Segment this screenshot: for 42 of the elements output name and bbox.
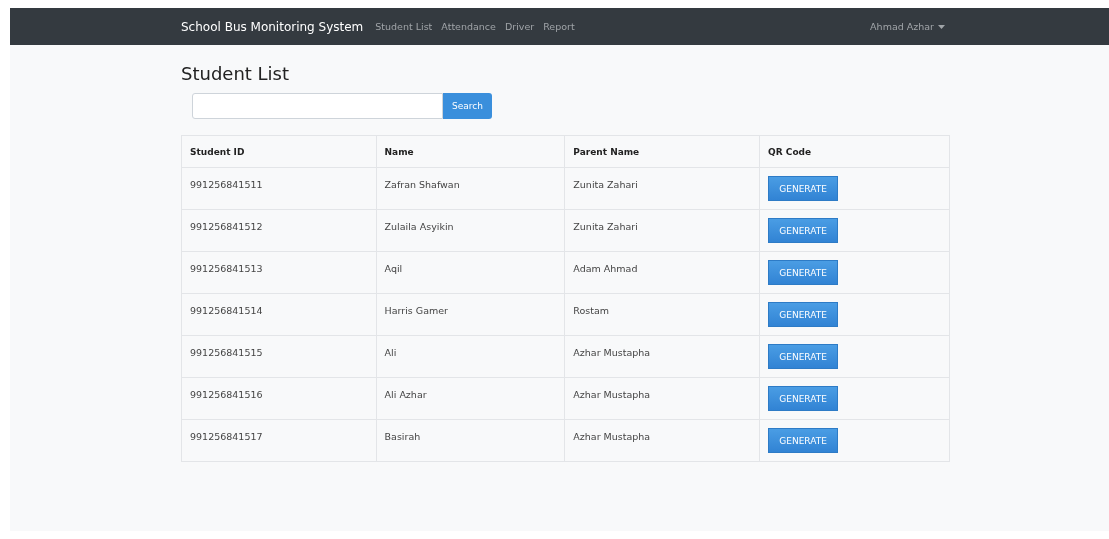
generate-button[interactable]: GENERATE (768, 176, 839, 201)
nav-link[interactable]: Report (543, 21, 575, 32)
column-header: QR Code (759, 135, 950, 168)
generate-button[interactable]: GENERATE (768, 344, 839, 369)
table-cell: Rostam (564, 293, 760, 336)
column-header: Parent Name (564, 135, 760, 168)
table-cell: Harris Gamer (376, 293, 565, 336)
page-title: Student List (181, 63, 291, 84)
caret-icon (938, 24, 945, 29)
search-field[interactable] (192, 93, 443, 119)
table-cell: Adam Ahmad (564, 251, 760, 294)
table-cell: Ali (376, 335, 565, 378)
table-cell: 991256841516 (181, 377, 377, 420)
table-cell: 991256841517 (181, 419, 377, 462)
column-header: Student ID (181, 135, 377, 168)
table-cell: 991256841511 (181, 167, 377, 210)
nav-link[interactable]: Attendance (441, 21, 496, 32)
table-cell: Zulaila Asyikin (376, 209, 565, 252)
generate-button[interactable]: GENERATE (768, 428, 839, 453)
table-cell: Azhar Mustapha (564, 335, 760, 378)
column-header: Name (376, 135, 565, 168)
table-cell: Zafran Shafwan (376, 167, 565, 210)
table-cell: Azhar Mustapha (564, 419, 760, 462)
brand-title[interactable]: School Bus Monitoring System (181, 19, 364, 34)
table-cell: Aqil (376, 251, 565, 294)
user-menu[interactable]: Ahmad Azhar (870, 21, 945, 32)
table-cell: 991256841513 (181, 251, 377, 294)
generate-button[interactable]: GENERATE (768, 302, 839, 327)
table-cell: Ali Azhar (376, 377, 565, 420)
table-cell: 991256841512 (181, 209, 377, 252)
table-cell: Basirah (376, 419, 565, 462)
table-cell: Azhar Mustapha (564, 377, 760, 420)
table-cell: Zunita Zahari (564, 167, 760, 210)
nav-link[interactable]: Student List (375, 21, 433, 32)
nav-link[interactable]: Driver (504, 21, 535, 32)
generate-button[interactable]: GENERATE (768, 386, 839, 411)
generate-button[interactable]: GENERATE (768, 218, 839, 243)
search-button[interactable]: Search (443, 93, 492, 119)
table-cell: 991256841514 (181, 293, 377, 336)
table-cell: 991256841515 (181, 335, 377, 378)
table-cell: Zunita Zahari (564, 209, 760, 252)
generate-button[interactable]: GENERATE (768, 260, 839, 285)
